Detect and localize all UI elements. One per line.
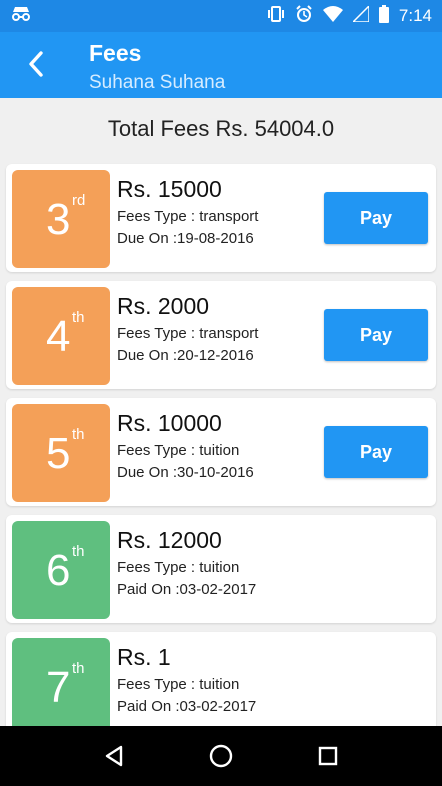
fee-date: Paid On :03-02-2017 xyxy=(117,698,257,715)
installment-badge: 7 th xyxy=(12,638,110,726)
fees-content[interactable]: Total Fees Rs. 54004.0 3 rd Rs. 15000 Fe… xyxy=(0,98,442,726)
installment-badge: 4 th xyxy=(12,287,110,385)
fee-amount: Rs. 2000 xyxy=(117,293,210,319)
pay-button[interactable]: Pay xyxy=(324,309,428,361)
fee-date: Paid On :03-02-2017 xyxy=(117,581,257,598)
installment-number: 6 xyxy=(46,546,71,595)
signal-icon xyxy=(351,3,370,27)
fee-date: Due On :19-08-2016 xyxy=(117,230,254,247)
pay-button[interactable]: Pay xyxy=(324,192,428,244)
square-recents-icon xyxy=(319,746,338,766)
nav-home-button[interactable] xyxy=(201,736,241,776)
fee-type: Fees Type : tuition xyxy=(117,559,240,576)
installment-suffix: th xyxy=(72,309,85,326)
nav-recents-button[interactable] xyxy=(308,736,348,776)
vibrate-icon xyxy=(267,5,285,28)
fee-card: 6 th Rs. 12000 Fees Type : tuition Paid … xyxy=(6,515,436,623)
battery-icon xyxy=(378,4,389,28)
total-fees: Total Fees Rs. 54004.0 xyxy=(107,116,335,141)
fee-date: Due On :20-12-2016 xyxy=(117,347,254,364)
installment-suffix: th xyxy=(72,426,85,443)
status-bar: 7:14 xyxy=(0,0,442,32)
triangle-back-icon xyxy=(105,745,122,767)
fees-list: 3 rd Rs. 15000 Fees Type : transport Due… xyxy=(6,164,436,726)
incognito-icon xyxy=(10,6,32,27)
installment-suffix: th xyxy=(72,543,85,560)
installment-number: 3 xyxy=(46,195,71,244)
wifi-icon xyxy=(322,5,343,27)
page-subtitle: Suhana Suhana xyxy=(89,72,226,93)
installment-badge: 3 rd xyxy=(12,170,110,268)
fee-type: Fees Type : tuition xyxy=(117,442,240,459)
installment-number: 4 xyxy=(46,312,71,361)
back-button[interactable] xyxy=(18,46,54,82)
fee-amount: Rs. 10000 xyxy=(117,410,222,436)
alarm-icon xyxy=(295,4,313,28)
installment-badge: 5 th xyxy=(12,404,110,502)
fee-type: Fees Type : tuition xyxy=(117,676,240,693)
pay-button[interactable]: Pay xyxy=(324,426,428,478)
installment-number: 7 xyxy=(46,663,71,712)
installment-number: 5 xyxy=(46,429,71,478)
chevron-left-icon xyxy=(29,51,43,77)
fee-date: Due On :30-10-2016 xyxy=(117,464,254,481)
fee-card: 5 th Rs. 10000 Fees Type : tuition Due O… xyxy=(6,398,436,506)
fee-card: 7 th Rs. 1 Fees Type : tuition Paid On :… xyxy=(6,632,436,726)
circle-home-icon xyxy=(209,744,233,768)
nav-back-button[interactable] xyxy=(94,736,134,776)
fee-card: 4 th Rs. 2000 Fees Type : transport Due … xyxy=(6,281,436,389)
page-title: Fees xyxy=(89,40,142,66)
fee-amount: Rs. 1 xyxy=(117,644,171,670)
clock-time: 7:14 xyxy=(398,6,432,25)
fee-card: 3 rd Rs. 15000 Fees Type : transport Due… xyxy=(6,164,436,272)
app-bar: Fees Suhana Suhana xyxy=(0,32,442,98)
fee-type: Fees Type : transport xyxy=(117,208,259,225)
navigation-bar xyxy=(0,726,442,786)
installment-suffix: th xyxy=(72,660,85,677)
fee-type: Fees Type : transport xyxy=(117,325,259,342)
installment-suffix: rd xyxy=(72,192,86,209)
fee-amount: Rs. 15000 xyxy=(117,176,222,202)
installment-badge: 6 th xyxy=(12,521,110,619)
fee-amount: Rs. 12000 xyxy=(117,527,222,553)
